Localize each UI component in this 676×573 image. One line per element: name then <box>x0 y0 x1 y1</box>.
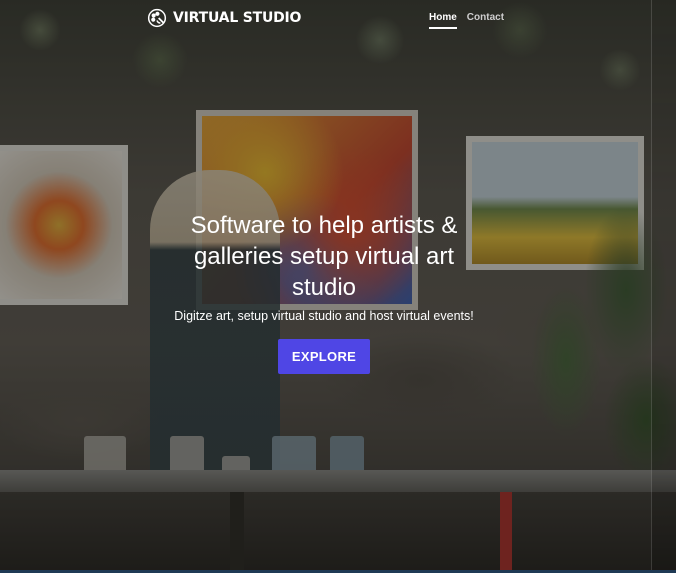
hero: Software to help artists & galleries set… <box>0 210 648 374</box>
brand[interactable]: VIRTUAL STUDIO <box>147 8 301 28</box>
nav-links: Home Contact <box>429 12 504 29</box>
hero-title: Software to help artists & galleries set… <box>190 212 458 301</box>
explore-button[interactable]: EXPLORE <box>277 339 371 374</box>
nav-home[interactable]: Home <box>429 12 457 29</box>
navbar: VIRTUAL STUDIO Home Contact <box>0 0 676 40</box>
page: VIRTUAL STUDIO Home Contact Software to … <box>0 0 676 573</box>
nav-contact[interactable]: Contact <box>467 12 504 29</box>
hero-subtitle: Digitze art, setup virtual studio and ho… <box>174 309 474 323</box>
scroll-edge <box>651 0 676 573</box>
brand-name: VIRTUAL STUDIO <box>173 10 302 26</box>
palette-icon <box>147 8 167 28</box>
